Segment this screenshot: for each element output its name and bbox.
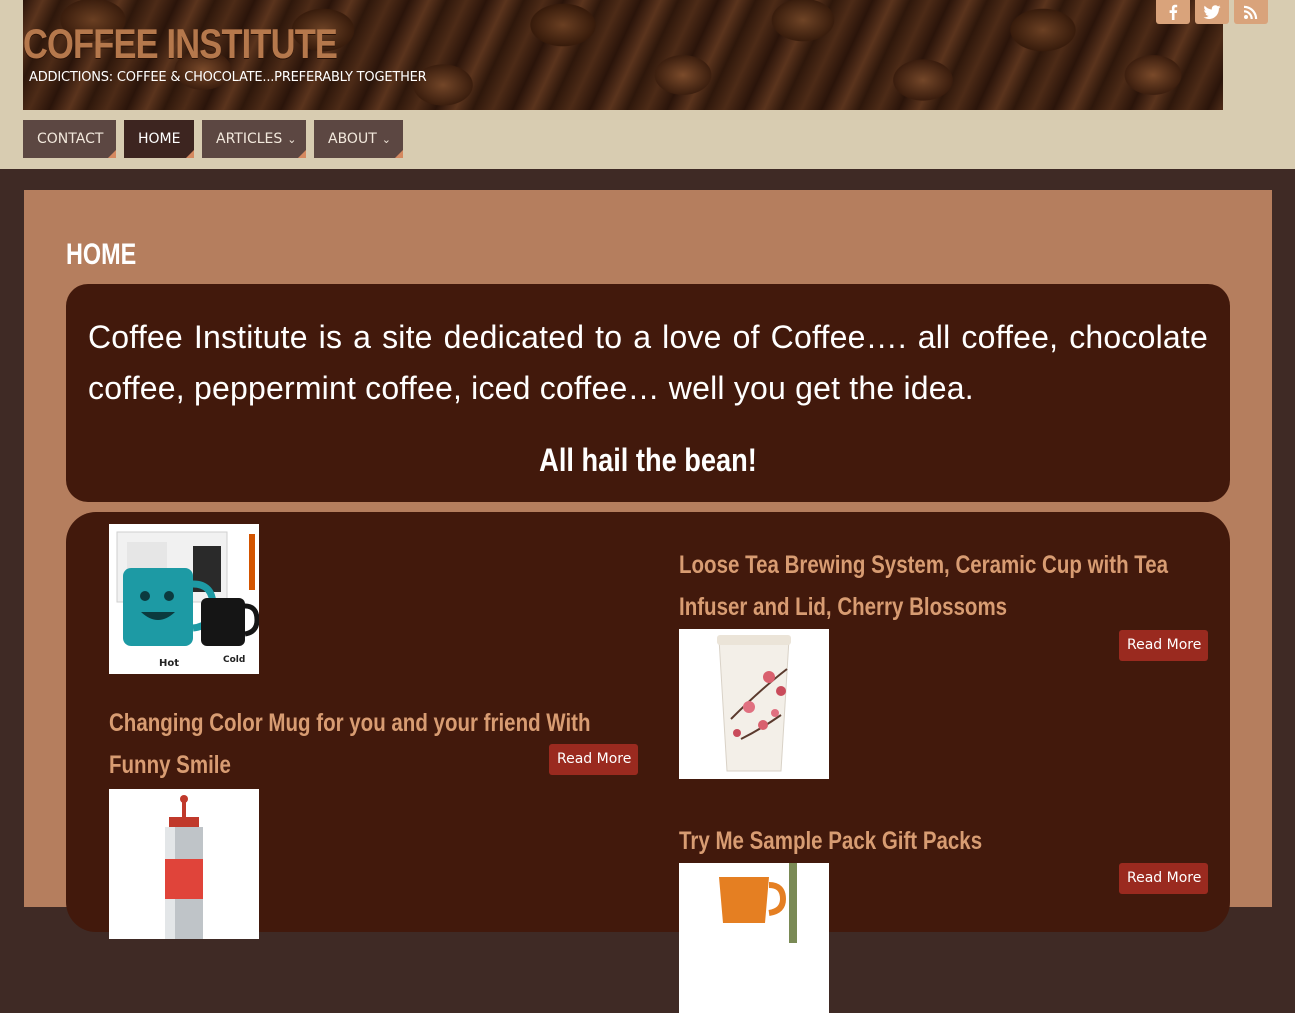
nav-item-home[interactable]: HOME bbox=[124, 120, 194, 158]
chevron-down-icon: ⌄ bbox=[381, 133, 391, 146]
intro-text: Coffee Institute is a site dedicated to … bbox=[88, 319, 1208, 406]
site-tagline: ADDICTIONS: COFFEE & CHOCOLATE...PREFERA… bbox=[29, 70, 427, 85]
main-content: HOME Coffee Institute is a site dedicate… bbox=[24, 190, 1272, 1013]
post-thumbnail-press[interactable] bbox=[109, 789, 259, 939]
twitter-icon[interactable] bbox=[1195, 0, 1229, 24]
site-header: COFFEE INSTITUTE ADDICTIONS: COFFEE & CH… bbox=[0, 0, 1295, 169]
read-more-button[interactable]: Read More bbox=[549, 744, 638, 775]
mug-cold-label: Cold bbox=[223, 655, 245, 665]
post-thumbnail-mug[interactable]: Hot Cold bbox=[109, 524, 259, 674]
intro-hail-text: All hail the bean! bbox=[539, 442, 757, 478]
chevron-down-icon: ⌄ bbox=[287, 133, 297, 146]
rss-glyph bbox=[1244, 5, 1258, 19]
nav-item-articles[interactable]: ARTICLES ⌄ bbox=[202, 120, 306, 158]
post-title-tea-cup[interactable]: Loose Tea Brewing System, Ceramic Cup wi… bbox=[679, 544, 1204, 628]
nav-item-about[interactable]: ABOUT ⌄ bbox=[314, 120, 403, 158]
travel-press-image bbox=[109, 789, 259, 939]
mug-hot-label: Hot bbox=[159, 658, 179, 669]
nav-item-label: HOME bbox=[138, 131, 181, 147]
page-title: HOME bbox=[66, 238, 137, 271]
post-thumbnail-sample-pack[interactable] bbox=[679, 863, 829, 1013]
post-title-mug[interactable]: Changing Color Mug for you and your frie… bbox=[109, 702, 617, 786]
rss-icon[interactable] bbox=[1234, 0, 1268, 24]
sample-pack-image bbox=[679, 863, 829, 1013]
post-thumbnail-tea-cup[interactable] bbox=[679, 629, 829, 779]
facebook-icon[interactable] bbox=[1156, 0, 1190, 24]
site-title[interactable]: COFFEE INSTITUTE bbox=[23, 20, 338, 68]
nav-item-label: ARTICLES bbox=[216, 131, 283, 147]
mug-image: Hot Cold bbox=[109, 524, 259, 674]
nav-item-contact[interactable]: CONTACT bbox=[23, 120, 116, 158]
facebook-glyph bbox=[1169, 4, 1178, 20]
posts-grid: Hot Cold Changing Color Mug for you and … bbox=[66, 512, 1230, 1013]
read-more-button[interactable]: Read More bbox=[1119, 863, 1208, 894]
twitter-glyph bbox=[1203, 4, 1221, 19]
nav-item-label: CONTACT bbox=[37, 131, 104, 147]
post-title-sample-pack[interactable]: Try Me Sample Pack Gift Packs bbox=[679, 820, 1138, 862]
read-more-button[interactable]: Read More bbox=[1119, 630, 1208, 661]
nav-item-label: ABOUT bbox=[328, 131, 377, 147]
intro-box: Coffee Institute is a site dedicated to … bbox=[66, 284, 1230, 502]
tea-cup-image bbox=[679, 629, 829, 779]
